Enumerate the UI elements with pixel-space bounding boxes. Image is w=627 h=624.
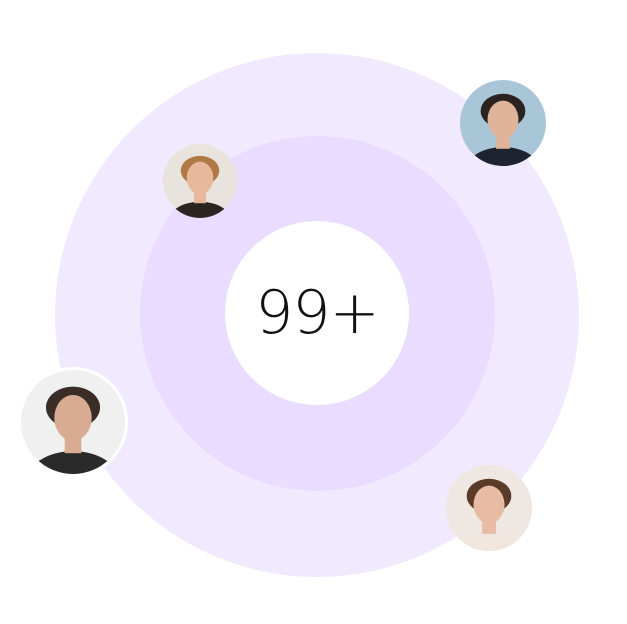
count-label: 99+ (255, 278, 380, 348)
avatar-man-dark-hair-photo (460, 80, 546, 166)
avatar-woman-blonde-photo (163, 144, 237, 218)
count-badge: 99+ (225, 221, 409, 405)
avatar-woman-brunette-photo (446, 465, 532, 551)
avatar-man-glitch-photo (21, 370, 125, 474)
avatar-top-right[interactable] (460, 80, 546, 166)
avatar-bottom-right[interactable] (446, 465, 532, 551)
avatar-left[interactable] (21, 370, 125, 474)
avatar-top-left[interactable] (163, 144, 237, 218)
